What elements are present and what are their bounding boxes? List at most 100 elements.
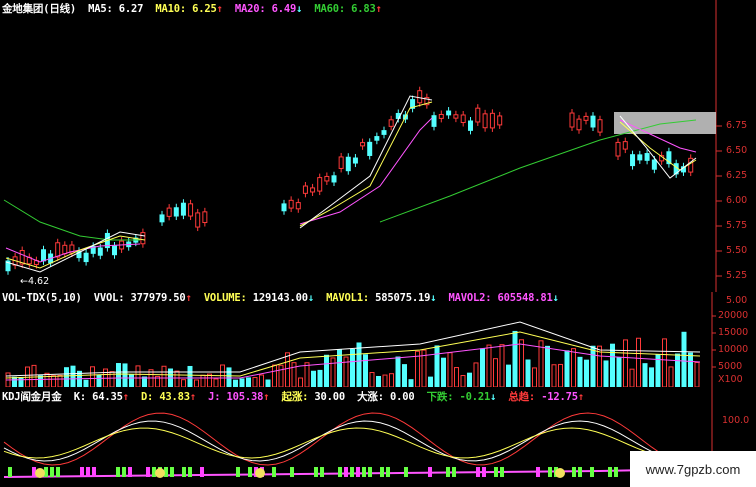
kdj-signal-bar [494, 467, 498, 477]
volume-axis-tick-label: 20000 [718, 310, 749, 321]
volume-bar [525, 359, 531, 387]
volume-readout: VOLUME: 129143.00↓ [203, 292, 315, 304]
volume-bar [181, 379, 186, 387]
kdj-indicator-name: KDJ阎金月金 [2, 391, 62, 403]
volume-bar [616, 357, 622, 387]
candle-body [352, 157, 358, 164]
candle-body [41, 249, 46, 262]
volume-bar [64, 367, 69, 387]
kdj-signal-bar [182, 467, 186, 477]
volume-bar [161, 365, 167, 387]
candle-body [417, 90, 423, 104]
volume-bar [454, 367, 459, 387]
ma20-readout: MA20: 6.49↓ [234, 3, 303, 15]
kdj-signal-bar [56, 467, 60, 477]
volume-bar [688, 352, 693, 387]
candle-body [288, 199, 294, 209]
j-value: 105.38 [226, 391, 264, 403]
price-axis-tick-label: 6.00 [726, 195, 748, 206]
candle-body [112, 245, 117, 256]
kdj-k-line [3, 420, 709, 462]
smiley-icon [255, 468, 265, 478]
volume-bar [382, 374, 388, 387]
j-readout: J: 105.38↑ [208, 391, 270, 403]
candle-body [622, 141, 628, 150]
volume-bar [376, 375, 381, 387]
volume-bar [395, 356, 401, 387]
price-axis-tick-label: 6.25 [726, 170, 748, 181]
volume-chart-panel[interactable]: VOL-TDX(5,10) VVOL: 377979.50↑ VOLUME: 1… [0, 292, 756, 387]
candle-body [159, 214, 165, 223]
price-axis-tick-label: 5.25 [726, 270, 748, 281]
xiadie-value: -0.21 [459, 391, 491, 403]
mavol1-value: 585075.19 [375, 292, 431, 304]
candle-body [438, 113, 444, 119]
d-label: D: [140, 391, 154, 403]
vvol-label: VVOL: [93, 292, 125, 304]
volume-unit: X100 [718, 374, 743, 385]
kdj-signal-bar [188, 467, 192, 477]
candle-body [62, 244, 68, 255]
volume-bar [246, 377, 251, 387]
candle-body [310, 187, 316, 193]
ma60-up-arrow: ↑ [375, 3, 382, 15]
low-price-marker: ←4.62 [20, 276, 50, 287]
kdj-d-line [3, 427, 709, 459]
candle-body [460, 114, 466, 124]
volume-bar [129, 374, 134, 387]
xiadie-label: 下跌: [426, 391, 454, 403]
kdj-signal-bar [446, 467, 450, 477]
volume-bar [90, 366, 95, 387]
volume-bar [590, 345, 596, 387]
mavol2-value: 605548.81 [497, 292, 553, 304]
volume-bar [239, 378, 245, 387]
qizhang-readout: 起涨: 30.00 [282, 391, 346, 403]
volume-bar [174, 370, 180, 387]
volume-bar-chart[interactable] [0, 292, 756, 387]
kdj-signal-bar [128, 467, 132, 477]
kdj-signal-bar [320, 467, 324, 477]
kdj-axis-label: 100.0 [722, 415, 750, 426]
candle-body [55, 242, 61, 258]
volume-bar [571, 348, 576, 387]
ma20-label: MA20: [234, 3, 266, 15]
volume-bar [577, 356, 583, 387]
candle-body [388, 119, 394, 127]
volume-bar [350, 349, 355, 387]
candle-body [453, 114, 459, 119]
kdj-signal-bar [476, 467, 480, 477]
candlestick-chart[interactable] [0, 0, 756, 292]
volume-bar [545, 345, 550, 387]
kdj-signal-bar [122, 467, 126, 477]
candle-body [583, 115, 589, 121]
ma60-line [379, 119, 697, 223]
d-value: 43.83 [159, 391, 190, 403]
volume-bar [642, 363, 648, 387]
volume-header: VOL-TDX(5,10) VVOL: 377979.50↑ VOLUME: 1… [2, 292, 565, 304]
d-readout: D: 43.83↑ [140, 391, 197, 403]
kdj-signal-bar [614, 467, 618, 477]
candle-body [97, 247, 103, 256]
kdj-signal-bar [338, 467, 342, 477]
volume-bar [96, 374, 102, 387]
mavol2-label: MAVOL2: [448, 292, 492, 304]
candle-body [317, 177, 323, 192]
volume-bar [694, 361, 700, 387]
volume-bar [389, 373, 394, 387]
volume-bar [298, 377, 303, 387]
candle-body [173, 207, 179, 217]
volume-bar [603, 360, 609, 387]
volume-bar [324, 354, 329, 387]
ma5-line [299, 95, 433, 229]
volume-bar [122, 363, 128, 387]
smiley-icon [555, 468, 565, 478]
volume-bar [551, 364, 557, 387]
volume-bar [681, 331, 687, 387]
candle-body [637, 154, 643, 161]
candle-body [188, 203, 194, 217]
candle-body [569, 112, 575, 128]
price-chart-panel[interactable]: 金地集团(日线) MA5: 6.27 MA10: 6.25↑ MA20: 6.4… [0, 0, 756, 306]
candle-body [497, 115, 503, 126]
candle-body [468, 120, 473, 131]
candle-body [295, 202, 301, 210]
